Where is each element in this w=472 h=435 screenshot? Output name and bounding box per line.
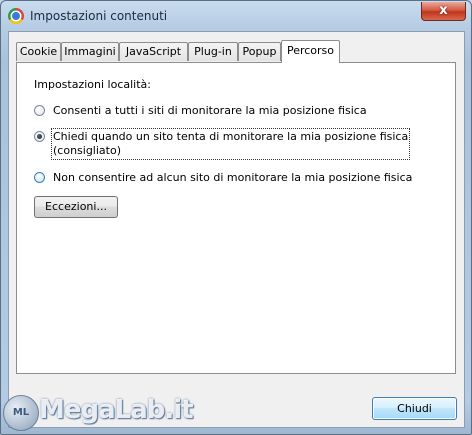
content-settings-window: Impostazioni contenuti x Cookie Immagini… <box>0 0 472 435</box>
ask-radio[interactable] <box>34 131 45 142</box>
location-settings-heading: Impostazioni località: <box>34 78 151 91</box>
title-bar[interactable]: Impostazioni contenuti x <box>1 1 471 31</box>
watermark-text: MegaLab.it <box>39 395 194 425</box>
chrome-icon <box>8 8 24 24</box>
window-title: Impostazioni contenuti <box>30 9 168 23</box>
location-panel: Impostazioni località: Consenti a tutti … <box>16 62 456 374</box>
tab-plugin[interactable]: Plug-in <box>188 42 238 61</box>
dialog-client-area: Cookie Immagini JavaScript Plug-in Popup… <box>8 31 465 428</box>
ask-label-line2: (consigliato) <box>53 144 121 157</box>
tab-javascript[interactable]: JavaScript <box>119 42 188 61</box>
tab-popup[interactable]: Popup <box>238 42 281 61</box>
megalab-watermark: ML MegaLab.it <box>1 389 194 433</box>
block-all-label[interactable]: Non consentire ad alcun sito di monitora… <box>53 171 412 185</box>
window-close-button[interactable]: x <box>421 2 466 21</box>
tab-images[interactable]: Immagini <box>61 42 119 61</box>
allow-all-label[interactable]: Consenti a tutti i siti di monitorare la… <box>53 104 367 118</box>
tab-cookie[interactable]: Cookie <box>16 42 61 61</box>
close-button[interactable]: Chiudi <box>372 397 457 420</box>
megalab-logo-icon: ML <box>3 395 39 431</box>
exceptions-button[interactable]: Eccezioni... <box>34 196 118 218</box>
allow-all-radio[interactable] <box>34 105 45 116</box>
tab-location[interactable]: Percorso <box>281 40 340 63</box>
block-all-radio[interactable] <box>34 172 45 183</box>
ask-label-line1: Chiedi quando un sito tenta di monitorar… <box>53 130 409 143</box>
ask-label[interactable]: Chiedi quando un sito tenta di monitorar… <box>50 128 411 160</box>
